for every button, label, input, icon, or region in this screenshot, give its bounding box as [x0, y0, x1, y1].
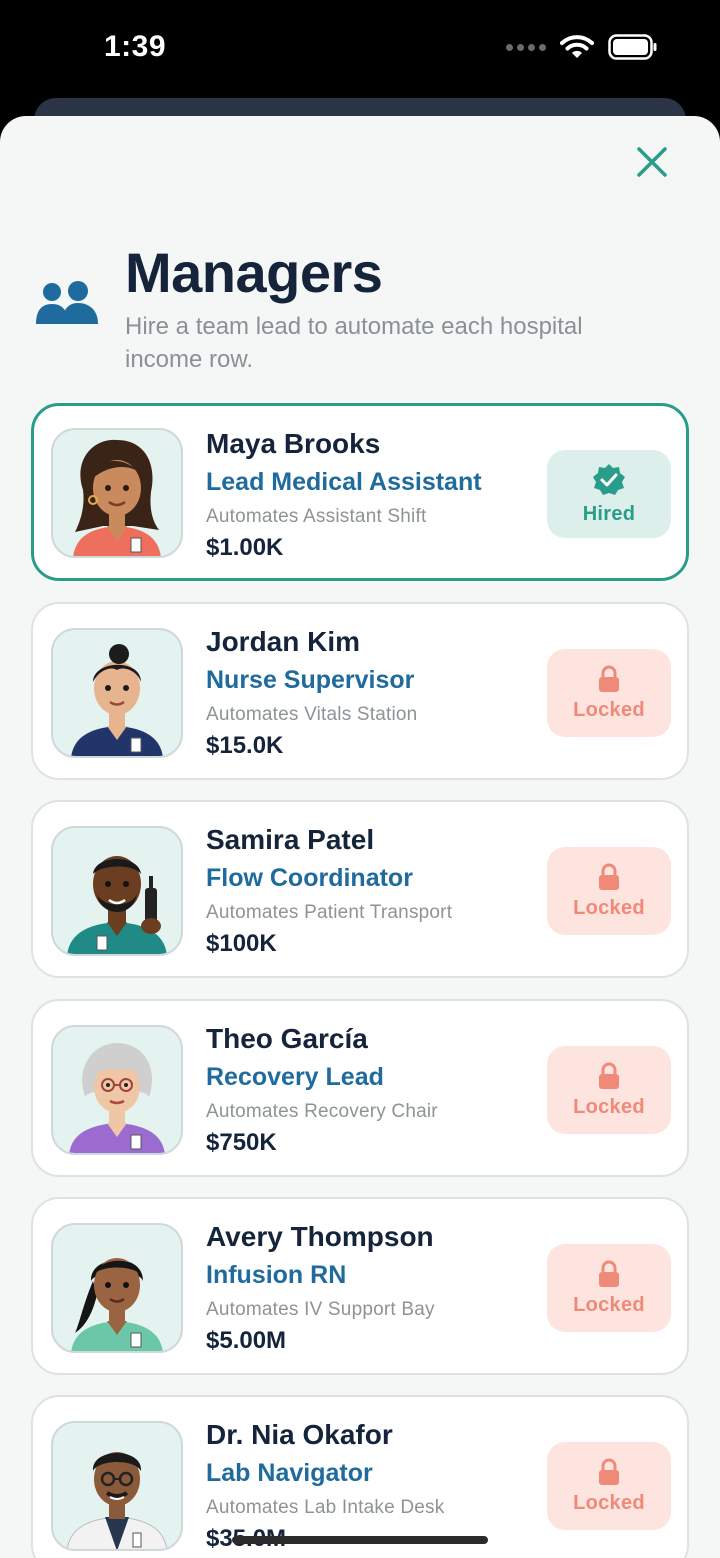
hired-label: Hired	[582, 502, 636, 525]
lock-icon	[599, 1458, 619, 1485]
manager-name: Avery Thompson	[206, 1221, 434, 1252]
status-time: 1:39	[104, 30, 167, 63]
lock-icon	[599, 863, 619, 890]
avatar	[51, 1223, 183, 1353]
avatar	[51, 826, 183, 956]
manager-cost: $5.00M	[206, 1327, 287, 1354]
manager-automates: Automates Recovery Chair	[206, 1101, 438, 1122]
manager-cost: $750K	[206, 1129, 277, 1156]
page-title: Managers	[125, 241, 383, 304]
managers-sheet: Managers Hire a team lead to automate ea…	[0, 116, 720, 1558]
manager-name: Jordan Kim	[206, 626, 361, 657]
close-icon	[637, 147, 667, 177]
home-indicator[interactable]	[232, 1536, 488, 1544]
manager-role: Recovery Lead	[206, 1063, 384, 1091]
locked-button[interactable]: Locked	[547, 1046, 671, 1134]
avatar	[51, 628, 183, 758]
manager-role: Infusion RN	[206, 1261, 347, 1289]
locked-label: Locked	[573, 1293, 645, 1316]
manager-name: Maya Brooks	[206, 428, 381, 459]
manager-cost: $100K	[206, 930, 277, 957]
page-subtitle: Hire a team lead to automate each hospit…	[125, 313, 583, 373]
manager-role: Flow Coordinator	[206, 864, 413, 892]
locked-label: Locked	[573, 698, 645, 721]
wifi-icon	[560, 35, 594, 58]
manager-card-samira-patel[interactable]: Samira Patel Flow Coordinator Automates …	[31, 800, 689, 978]
manager-automates: Automates Lab Intake Desk	[206, 1497, 445, 1518]
manager-card-theo-garcia[interactable]: Theo García Recovery Lead Automates Reco…	[31, 999, 689, 1177]
close-button[interactable]	[632, 142, 672, 182]
avatar	[51, 1025, 183, 1155]
locked-label: Locked	[573, 896, 645, 919]
lock-icon	[599, 665, 619, 692]
lock-icon	[599, 1062, 619, 1089]
people-icon	[36, 281, 98, 324]
manager-name: Theo García	[206, 1023, 368, 1054]
locked-button[interactable]: Locked	[547, 649, 671, 737]
manager-automates: Automates Assistant Shift	[206, 506, 427, 527]
locked-label: Locked	[573, 1491, 645, 1514]
locked-button[interactable]: Locked	[547, 1244, 671, 1332]
manager-role: Lab Navigator	[206, 1459, 373, 1487]
locked-button[interactable]: Locked	[547, 847, 671, 935]
battery-icon	[608, 34, 657, 60]
hired-button[interactable]: Hired	[547, 450, 671, 538]
status-bar: 1:39	[0, 0, 720, 100]
verified-badge-icon	[593, 463, 625, 495]
manager-card-nia-okafor[interactable]: Dr. Nia Okafor Lab Navigator Automates L…	[31, 1395, 689, 1558]
manager-cost: $1.00K	[206, 534, 284, 561]
manager-cost: $15.0K	[206, 732, 284, 759]
manager-role: Lead Medical Assistant	[206, 468, 482, 496]
locked-label: Locked	[573, 1095, 645, 1118]
manager-card-maya-brooks[interactable]: Maya Brooks Lead Medical Assistant Autom…	[31, 403, 689, 581]
manager-name: Samira Patel	[206, 824, 375, 855]
cellular-signal-icon	[506, 43, 546, 51]
avatar	[51, 1421, 183, 1551]
status-icons	[506, 34, 658, 60]
avatar	[51, 428, 183, 558]
manager-automates: Automates IV Support Bay	[206, 1299, 435, 1320]
manager-role: Nurse Supervisor	[206, 666, 415, 694]
lock-icon	[599, 1260, 619, 1287]
manager-name: Dr. Nia Okafor	[206, 1419, 393, 1450]
locked-button[interactable]: Locked	[547, 1442, 671, 1530]
manager-automates: Automates Patient Transport	[206, 902, 453, 923]
manager-automates: Automates Vitals Station	[206, 704, 418, 725]
manager-card-jordan-kim[interactable]: Jordan Kim Nurse Supervisor Automates Vi…	[31, 602, 689, 780]
manager-card-avery-thompson[interactable]: Avery Thompson Infusion RN Automates IV …	[31, 1197, 689, 1375]
